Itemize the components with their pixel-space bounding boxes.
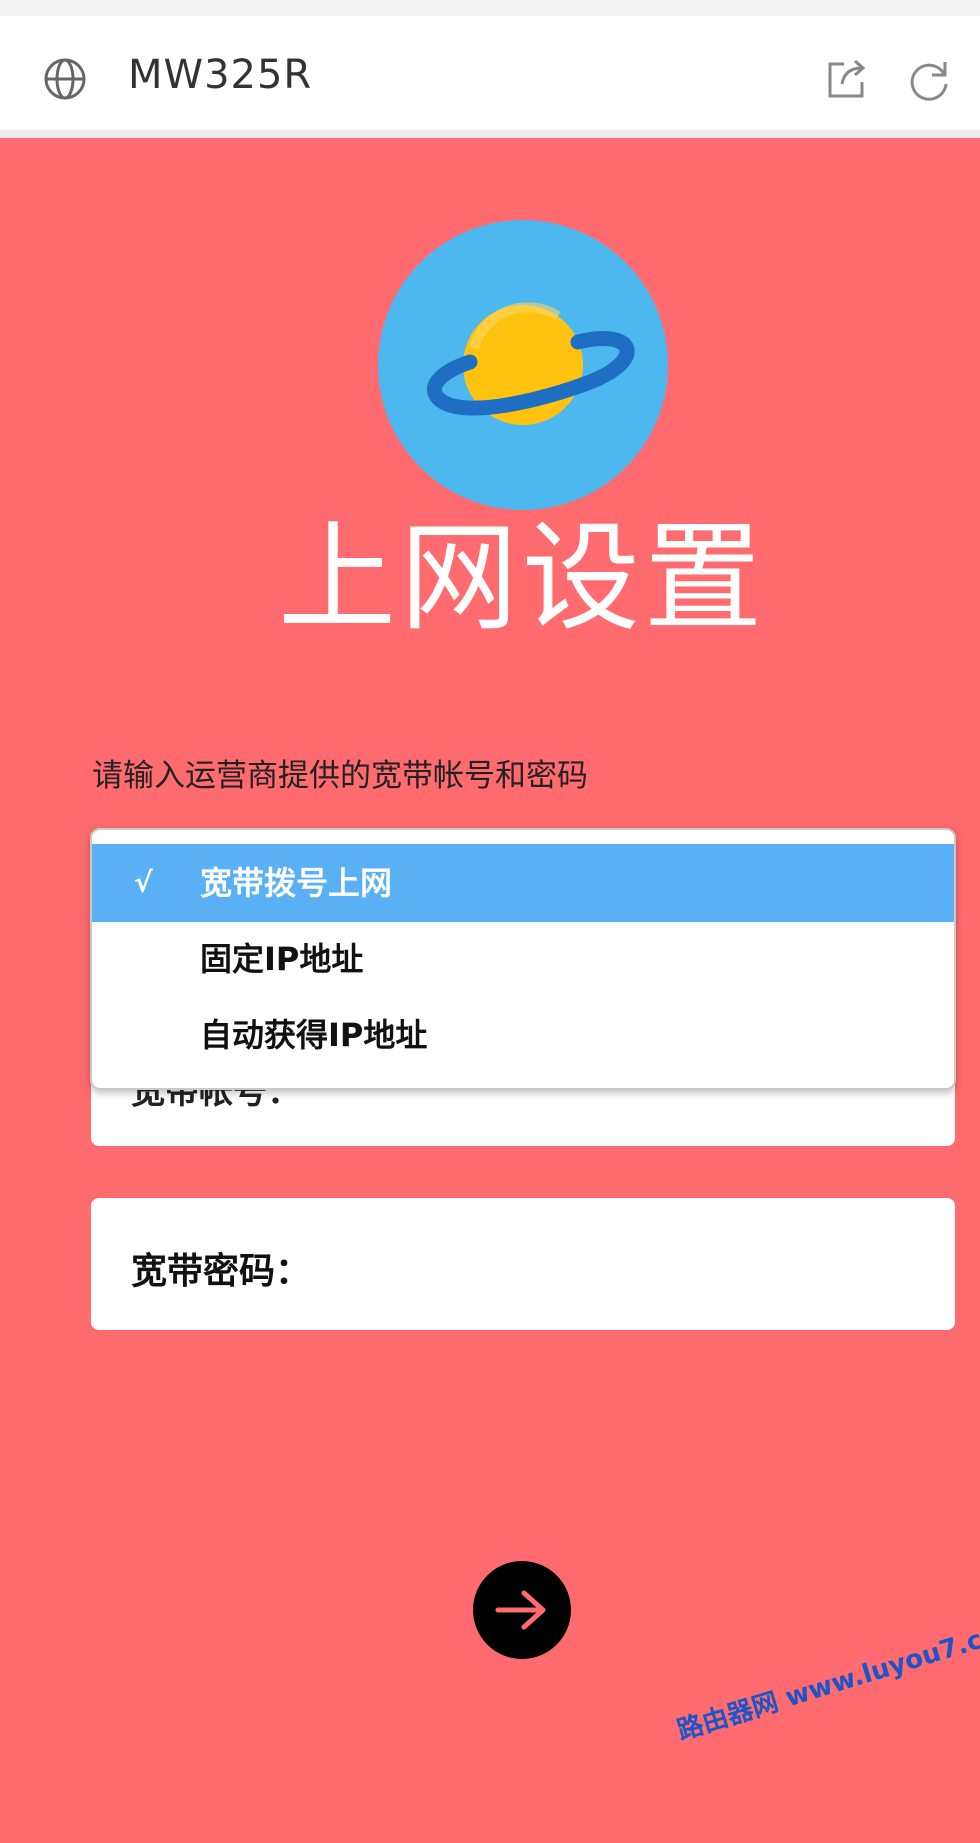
instruction-text: 请输入运营商提供的宽带帐号和密码 <box>92 758 588 794</box>
share-icon[interactable] <box>822 54 872 104</box>
page-title: 上网设置 <box>277 509 766 647</box>
refresh-icon[interactable] <box>904 54 954 104</box>
password-label: 宽带密码： <box>131 1251 312 1292</box>
option-pppoe[interactable]: √ 宽带拨号上网 <box>92 844 954 922</box>
option-static-ip[interactable]: 固定IP地址 <box>92 922 954 996</box>
password-field[interactable]: 宽带密码： <box>91 1198 955 1330</box>
planet-logo <box>378 220 668 510</box>
page-url-title: MW325R <box>128 52 313 98</box>
globe-icon <box>44 58 86 100</box>
connection-type-dropdown[interactable]: √ 宽带拨号上网 固定IP地址 自动获得IP地址 <box>90 828 956 1090</box>
watermark: 路由器网 www.luyou7.cn <box>673 1619 980 1747</box>
browser-toolbar: MW325R <box>0 16 980 138</box>
status-strip <box>0 0 980 16</box>
option-dhcp[interactable]: 自动获得IP地址 <box>92 998 954 1072</box>
option-label: 宽带拨号上网 <box>200 864 393 902</box>
checkmark-icon: √ <box>134 866 153 899</box>
option-label: 固定IP地址 <box>200 940 364 978</box>
next-button[interactable] <box>473 1561 571 1659</box>
option-label: 自动获得IP地址 <box>200 1016 428 1054</box>
arrow-right-icon <box>495 1590 546 1630</box>
